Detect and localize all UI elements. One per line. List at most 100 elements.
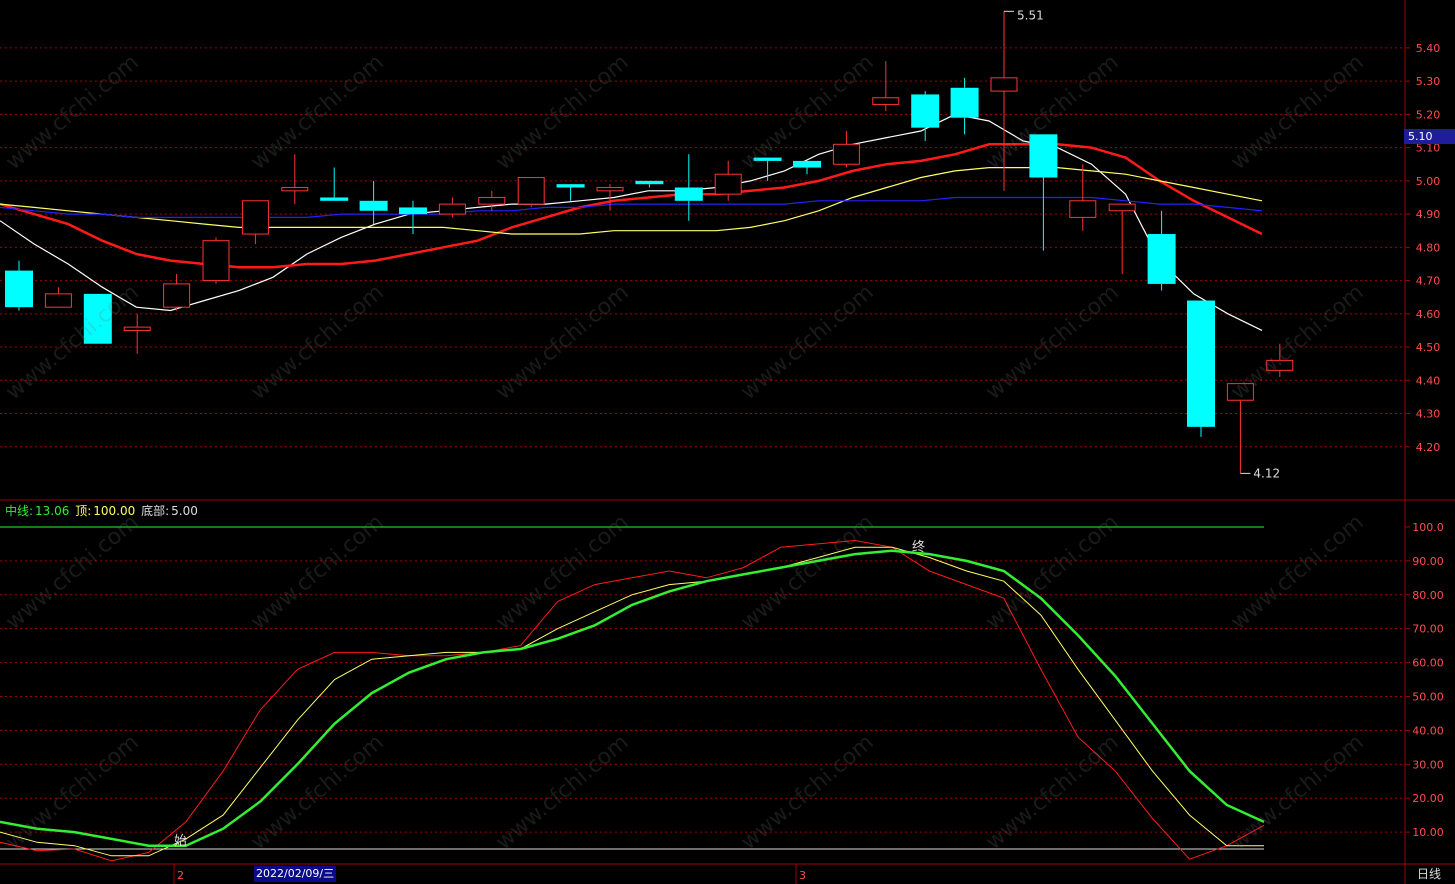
candle-body xyxy=(635,180,664,185)
price-tick-label: 5.40 xyxy=(1416,42,1441,55)
candle-body xyxy=(478,196,506,205)
candle xyxy=(911,91,940,141)
candle xyxy=(753,157,782,181)
candle-body xyxy=(123,326,151,331)
candle xyxy=(1029,134,1058,251)
candle-body xyxy=(911,94,940,128)
indicator-top-value: 100.00 xyxy=(93,504,136,518)
candle-body xyxy=(1187,300,1215,427)
candle-body xyxy=(5,270,33,308)
candle-body xyxy=(596,187,624,192)
chart-canvas[interactable]: 5.40 5.30 5.20 5.10 5.00 4.90 4.80 4.70 4.60 4.50… xyxy=(0,0,1455,884)
candle xyxy=(872,61,900,112)
candle-body xyxy=(320,197,349,201)
candle xyxy=(281,154,309,205)
candle-body xyxy=(399,207,427,215)
candle xyxy=(320,167,349,201)
candle xyxy=(83,293,112,344)
indicator-bottom-label: 底部: xyxy=(141,504,170,518)
candle-body xyxy=(163,283,191,308)
indicator-tick-label: 80.00 xyxy=(1412,589,1444,602)
price-tick-label: 5.30 xyxy=(1416,75,1441,88)
end-marker: 终 xyxy=(912,539,925,555)
price-tick-label: 4.20 xyxy=(1416,441,1441,454)
candle xyxy=(990,11,1018,191)
candle-body xyxy=(1108,203,1136,212)
candle xyxy=(359,180,388,225)
price-tick-label: 4.30 xyxy=(1416,408,1441,421)
indicator-label: 中线: 13.06 顶: 100.00 底部: 5.00 xyxy=(5,502,200,519)
candle-body xyxy=(1069,200,1097,218)
candle xyxy=(950,77,979,135)
price-tick-label: 4.90 xyxy=(1416,208,1441,221)
current-price-tag: 5.10 xyxy=(1404,129,1455,144)
indicator-tick-label: 10.00 xyxy=(1412,826,1444,839)
price-tick-label: 4.60 xyxy=(1416,308,1441,321)
indicator-line xyxy=(0,546,1264,857)
candle-body xyxy=(990,77,1018,92)
candle xyxy=(1187,300,1215,437)
indicator-mid-label: 中线: xyxy=(5,504,34,518)
price-tick-label: 4.40 xyxy=(1416,374,1441,387)
price-tick-label: 4.70 xyxy=(1416,275,1441,288)
candle xyxy=(241,200,269,245)
indicator-tick-label: 70.00 xyxy=(1412,623,1444,636)
indicator-tick-label: 100.0 xyxy=(1412,521,1444,534)
indicator-bottom-value: 5.00 xyxy=(171,504,198,518)
candle xyxy=(163,273,191,311)
indicator-tick-label: 60.00 xyxy=(1412,657,1444,670)
candle xyxy=(399,200,427,235)
candle xyxy=(1226,383,1254,474)
indicator-line xyxy=(0,539,1265,862)
candle-body xyxy=(281,187,309,192)
cursor-date-tag: 2022/02/09/三 xyxy=(254,866,337,882)
month-label: 2 xyxy=(177,869,184,882)
candle xyxy=(517,177,545,208)
candle-body xyxy=(1266,359,1294,371)
start-marker: 始 xyxy=(174,834,187,849)
candle xyxy=(556,184,585,201)
candle-body xyxy=(359,200,388,211)
candle xyxy=(596,184,624,211)
candle xyxy=(793,160,821,175)
candle-body xyxy=(753,157,782,161)
indicator-mid-value: 13.06 xyxy=(35,504,70,518)
price-tick-label: 5.20 xyxy=(1416,108,1441,121)
candle-body xyxy=(556,184,585,188)
candle-body xyxy=(83,293,112,344)
candle xyxy=(478,190,506,211)
indicator-tick-label: 40.00 xyxy=(1412,724,1444,737)
indicator-tick-label: 20.00 xyxy=(1412,792,1444,805)
period-button[interactable]: 日线 xyxy=(1417,866,1441,882)
candle-body xyxy=(950,87,979,118)
low-price-label: 4.12 xyxy=(1253,466,1280,480)
candle-body xyxy=(241,200,269,235)
candle-body xyxy=(202,240,230,282)
month-label: 3 xyxy=(799,869,806,882)
candle xyxy=(1147,210,1176,291)
candle-body xyxy=(1147,234,1176,284)
candle xyxy=(202,237,230,284)
candle xyxy=(123,313,151,354)
candle-body xyxy=(1226,383,1254,401)
indicator-tick-label: 90.00 xyxy=(1412,555,1444,568)
candle xyxy=(438,197,466,218)
price-tick-label: 5.00 xyxy=(1416,175,1441,188)
candle xyxy=(674,154,703,221)
high-price-label: 5.51 xyxy=(1017,8,1044,22)
candle-body xyxy=(1029,134,1058,178)
indicator-tick-label: 50.00 xyxy=(1412,690,1444,703)
candle xyxy=(44,287,72,308)
indicator-top-label: 顶: xyxy=(75,504,92,518)
candle xyxy=(1266,343,1294,377)
price-tick-label: 4.80 xyxy=(1416,241,1441,254)
candle xyxy=(5,260,33,311)
candle xyxy=(635,180,664,188)
candle xyxy=(832,130,860,168)
candle-body xyxy=(674,187,703,201)
indicator-tick-label: 30.00 xyxy=(1412,758,1444,771)
candle-body xyxy=(872,97,900,105)
candle-body xyxy=(793,160,821,168)
candle-body xyxy=(517,177,545,205)
candle-body xyxy=(44,293,72,308)
